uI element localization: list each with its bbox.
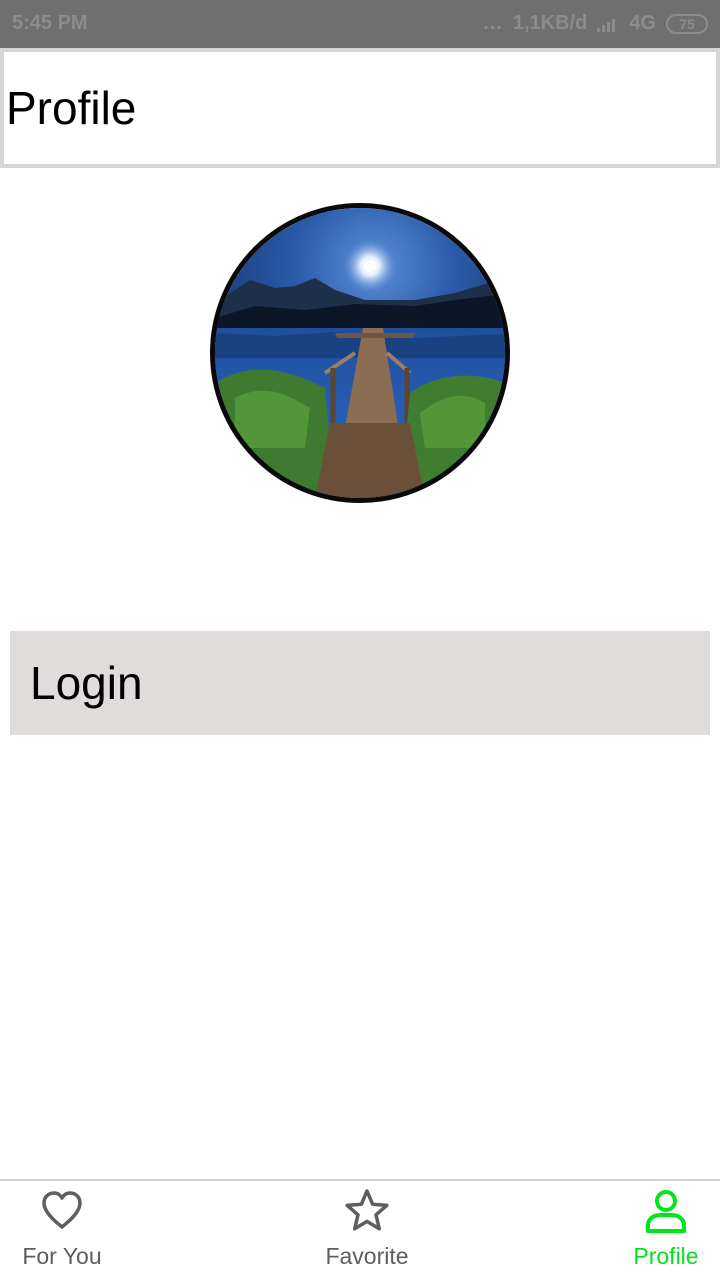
app-bar: Profile [0,48,720,168]
app-bar-inner: Profile [4,52,716,164]
star-icon [345,1189,389,1231]
lake-pier-image [215,208,505,498]
signal-icon [597,18,616,32]
bottom-navigation: For You Favorite Profile [0,1179,720,1280]
page-title: Profile [6,82,137,134]
nav-item-profile[interactable]: Profile [620,1187,712,1270]
nav-item-for-you[interactable]: For You [12,1187,112,1270]
heart-icon [42,1191,82,1229]
status-indicators: ... 1,1KB/d 4G 75 [483,12,708,35]
battery-icon: 75 [666,13,708,34]
battery-level: 75 [679,15,695,32]
network-type: 4G [629,12,656,34]
nav-label-favorite: Favorite [325,1243,409,1269]
status-time: 5:45 PM [12,12,88,34]
nav-item-favorite[interactable]: Favorite [312,1187,422,1270]
login-label: Login [30,657,143,709]
nav-label-for-you: For You [22,1243,102,1269]
nav-label-profile: Profile [633,1243,699,1269]
profile-avatar [210,203,510,503]
status-bar: 5:45 PM ... 1,1KB/d 4G 75 [0,0,720,48]
login-button[interactable]: Login [10,631,710,735]
network-speed: 1,1KB/d [512,12,588,34]
person-icon [646,1190,686,1233]
notification-dots: ... [483,12,503,34]
